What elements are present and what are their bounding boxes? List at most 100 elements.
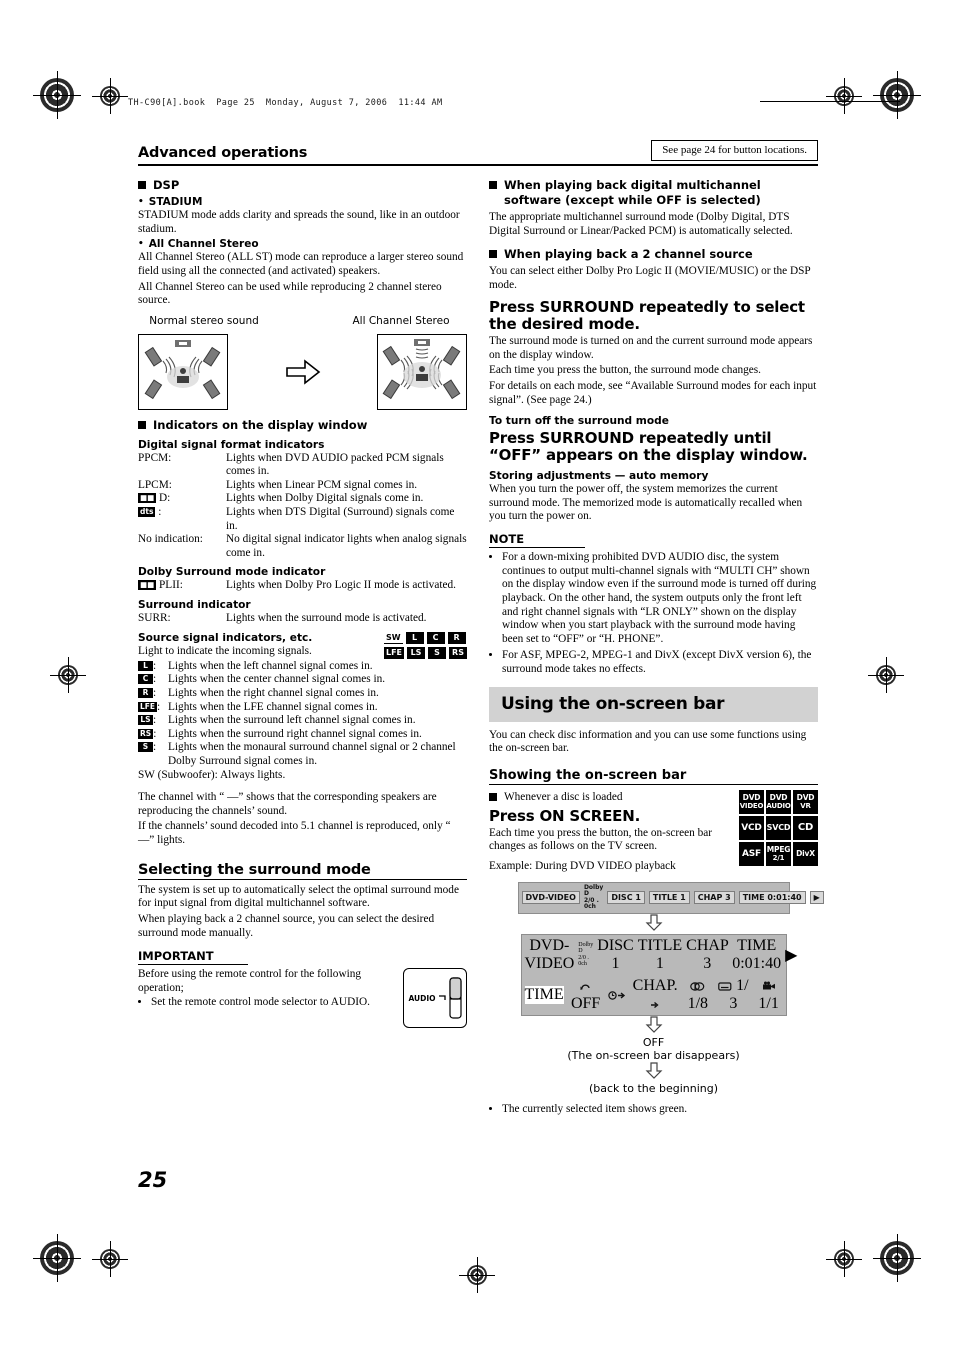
important-text: Before using the remote control for the … (138, 968, 362, 994)
remote-audio-label: AUDIO (408, 993, 436, 1003)
dts-logo-icon: dts (138, 507, 156, 517)
def-row: PPCM: Lights when DVD AUDIO packed PCM s… (138, 452, 467, 479)
stadium-label: STADIUM (138, 196, 467, 208)
channel-indicator-grid: SW L C R LFE LS S RS (383, 632, 467, 662)
multichannel-text: The appropriate multichannel surround mo… (489, 210, 793, 237)
osb-time-search-control[interactable] (607, 986, 627, 1004)
dolby-surround-list: ■■ PLII: Lights when Dolby Pro Logic II … (138, 579, 467, 593)
dsp-heading: DSP (138, 178, 467, 193)
list-item: For a down-mixing prohibited DVD AUDIO d… (502, 551, 818, 647)
def-desc: Lights when DTS Digital (Surround) signa… (226, 506, 455, 532)
osb-time-label[interactable]: TIME (524, 985, 564, 1004)
source-signal-block: SW L C R LFE LS S RS Source signal indic… (138, 632, 467, 847)
osb-next-arrow-icon[interactable]: ▶ (809, 891, 824, 905)
registration-mark-top-inner-right (826, 78, 862, 114)
document-page: TH-C90[A].book Page 25 Monday, August 7,… (0, 0, 954, 1351)
list-item: For ASF, MPEG-2, MPEG-1 and DivX (except… (502, 649, 818, 676)
disc-badge-svcd: SVCD (766, 816, 791, 841)
room-all-channel-stereo (377, 333, 467, 410)
press-surround-instruction: Press SURROUND repeatedly to select the … (489, 298, 805, 334)
osb-time[interactable]: TIME 0:01:40 (732, 937, 781, 973)
disc-badge-mpeg: MPEG 2/1 (766, 842, 791, 867)
channel-grid-row-1: SW L C R (383, 632, 467, 645)
osb-disc-type[interactable]: DVD-VIDEO (525, 937, 575, 973)
channel-badge-r: R (138, 688, 153, 699)
important-text-block: Before using the remote control for the … (138, 968, 393, 1010)
registration-mark-top-inner-left (92, 78, 128, 114)
disc-badge-asf: ASF (739, 842, 764, 867)
two-channel-heading-label: When playing back a 2 channel source (504, 247, 753, 262)
onscreen-bar-flow: DVD-VIDEO Dolby D 2/0 . 0ch DISC 1 TITLE… (489, 881, 824, 1095)
osb-audio-format-line1: Dolby D (583, 883, 604, 898)
osb-chap-label: CHAP. (632, 976, 678, 994)
def-row: LPCM: Lights when Linear PCM signal come… (138, 479, 467, 493)
disc-badge-line1: DVD (796, 793, 815, 803)
def-row: No indication: No digital signal indicat… (138, 533, 467, 560)
osb-disc-number[interactable]: DISC 1 (597, 937, 633, 973)
osb-disc-type[interactable]: DVD-VIDEO (521, 891, 580, 905)
def-term: PPCM: (138, 451, 172, 464)
osb-chapter-number[interactable]: CHAP 3 (686, 937, 729, 973)
page-header: Advanced operations See page 24 for butt… (138, 140, 818, 161)
flow-off-label: OFF (642, 1035, 665, 1049)
channel-row-text: Lights when the center channel signal co… (168, 673, 386, 686)
osb-title-number[interactable]: TITLE 1 (638, 937, 682, 973)
storing-text: When you turn the power off, the system … (489, 482, 803, 523)
dsp-heading-label: DSP (153, 178, 180, 192)
showing-onscreen-heading: Showing the on-screen bar (489, 768, 687, 784)
def-desc: Lights when DVD AUDIO packed PCM signals… (226, 451, 444, 478)
disc-badge-line2: VR (800, 802, 811, 811)
def-desc: Lights when the surround mode is activat… (226, 611, 427, 624)
disc-badge-line1: SVCD (766, 823, 791, 833)
def-row-dts: dts : Lights when DTS Digital (Surround)… (138, 506, 467, 533)
indicator-c: C (426, 632, 445, 645)
dolby-double-d-icon: ■■ (138, 580, 157, 591)
osb-subtitle-control[interactable]: 1/ 3 (718, 977, 749, 1013)
registration-mark-bottom-right (873, 1234, 921, 1282)
disc-badge-line1: MPEG (766, 845, 791, 855)
registration-mark-top-right (873, 71, 921, 119)
channel-row-text: Lights when the surround right channel s… (168, 727, 422, 740)
osb-angle-control[interactable]: 1/1 (755, 977, 783, 1013)
osb-title-number[interactable]: TITLE 1 (648, 891, 690, 905)
channel-row-text: Lights when the LFE channel signal comes… (168, 700, 378, 713)
osb-angle-value: 1/1 (758, 994, 779, 1012)
note-rule (489, 546, 585, 548)
osb-next-arrow-icon[interactable]: ▶ (785, 945, 797, 965)
osb-audio-value: 1/8 (687, 994, 709, 1012)
osb-disc-number[interactable]: DISC 1 (607, 891, 645, 905)
onscreen-bar-banner: Using the on-screen bar (489, 686, 818, 722)
stadium-text: STADIUM mode adds clarity and spreads th… (138, 208, 460, 235)
channel-row: C: Lights when the center channel signal… (138, 673, 467, 687)
indicators-heading: Indicators on the display window (138, 418, 467, 433)
channel-row: RS: Lights when the surround right chann… (138, 728, 467, 742)
osb-audio-format-line1: Dolby D (578, 941, 594, 955)
channel-note-1: The channel with “ —” shows that the cor… (138, 790, 437, 817)
osb-time[interactable]: TIME 0:01:40 (738, 891, 806, 905)
disc-badge-dvd-vr: DVD VR (793, 790, 818, 815)
disc-badge-divx: DivX (793, 842, 818, 867)
disc-badge-line1: VCD (741, 823, 762, 834)
room-normal-stereo (138, 333, 228, 410)
channel-row-text: Lights when the surround left channel si… (168, 714, 416, 727)
important-rule (138, 964, 248, 966)
osb-repeat-value: OFF (570, 994, 601, 1012)
osb-chapter-search-control[interactable]: CHAP. (633, 977, 678, 1013)
remote-mode-selector-figure: AUDIO (403, 968, 467, 1029)
flow-arrow-2-icon (489, 1015, 818, 1036)
turn-off-instruction: Press SURROUND repeatedly until “OFF” ap… (489, 429, 808, 465)
channel-row-text: Lights when the right channel signal com… (168, 687, 379, 700)
indicator-l: L (405, 632, 424, 645)
selecting-rule (138, 878, 467, 880)
osb-audio-control[interactable]: 1/8 (684, 977, 713, 1013)
press-on-screen-instruction: Press ON SCREEN. (489, 806, 641, 825)
list-item: The currently selected item shows green. (502, 1103, 818, 1117)
osb-repeat-control[interactable]: OFF (570, 977, 602, 1013)
audio-icon (690, 981, 705, 991)
osb-chapter-number[interactable]: CHAP 3 (693, 891, 735, 905)
square-bullet-icon (138, 181, 146, 189)
def-term: LPCM: (138, 478, 172, 491)
diagram-labels: Normal stereo sound All Channel Stereo (138, 315, 467, 327)
right-arrow-icon (650, 1001, 659, 1008)
disc-badge-line2: AUDIO (766, 802, 791, 811)
